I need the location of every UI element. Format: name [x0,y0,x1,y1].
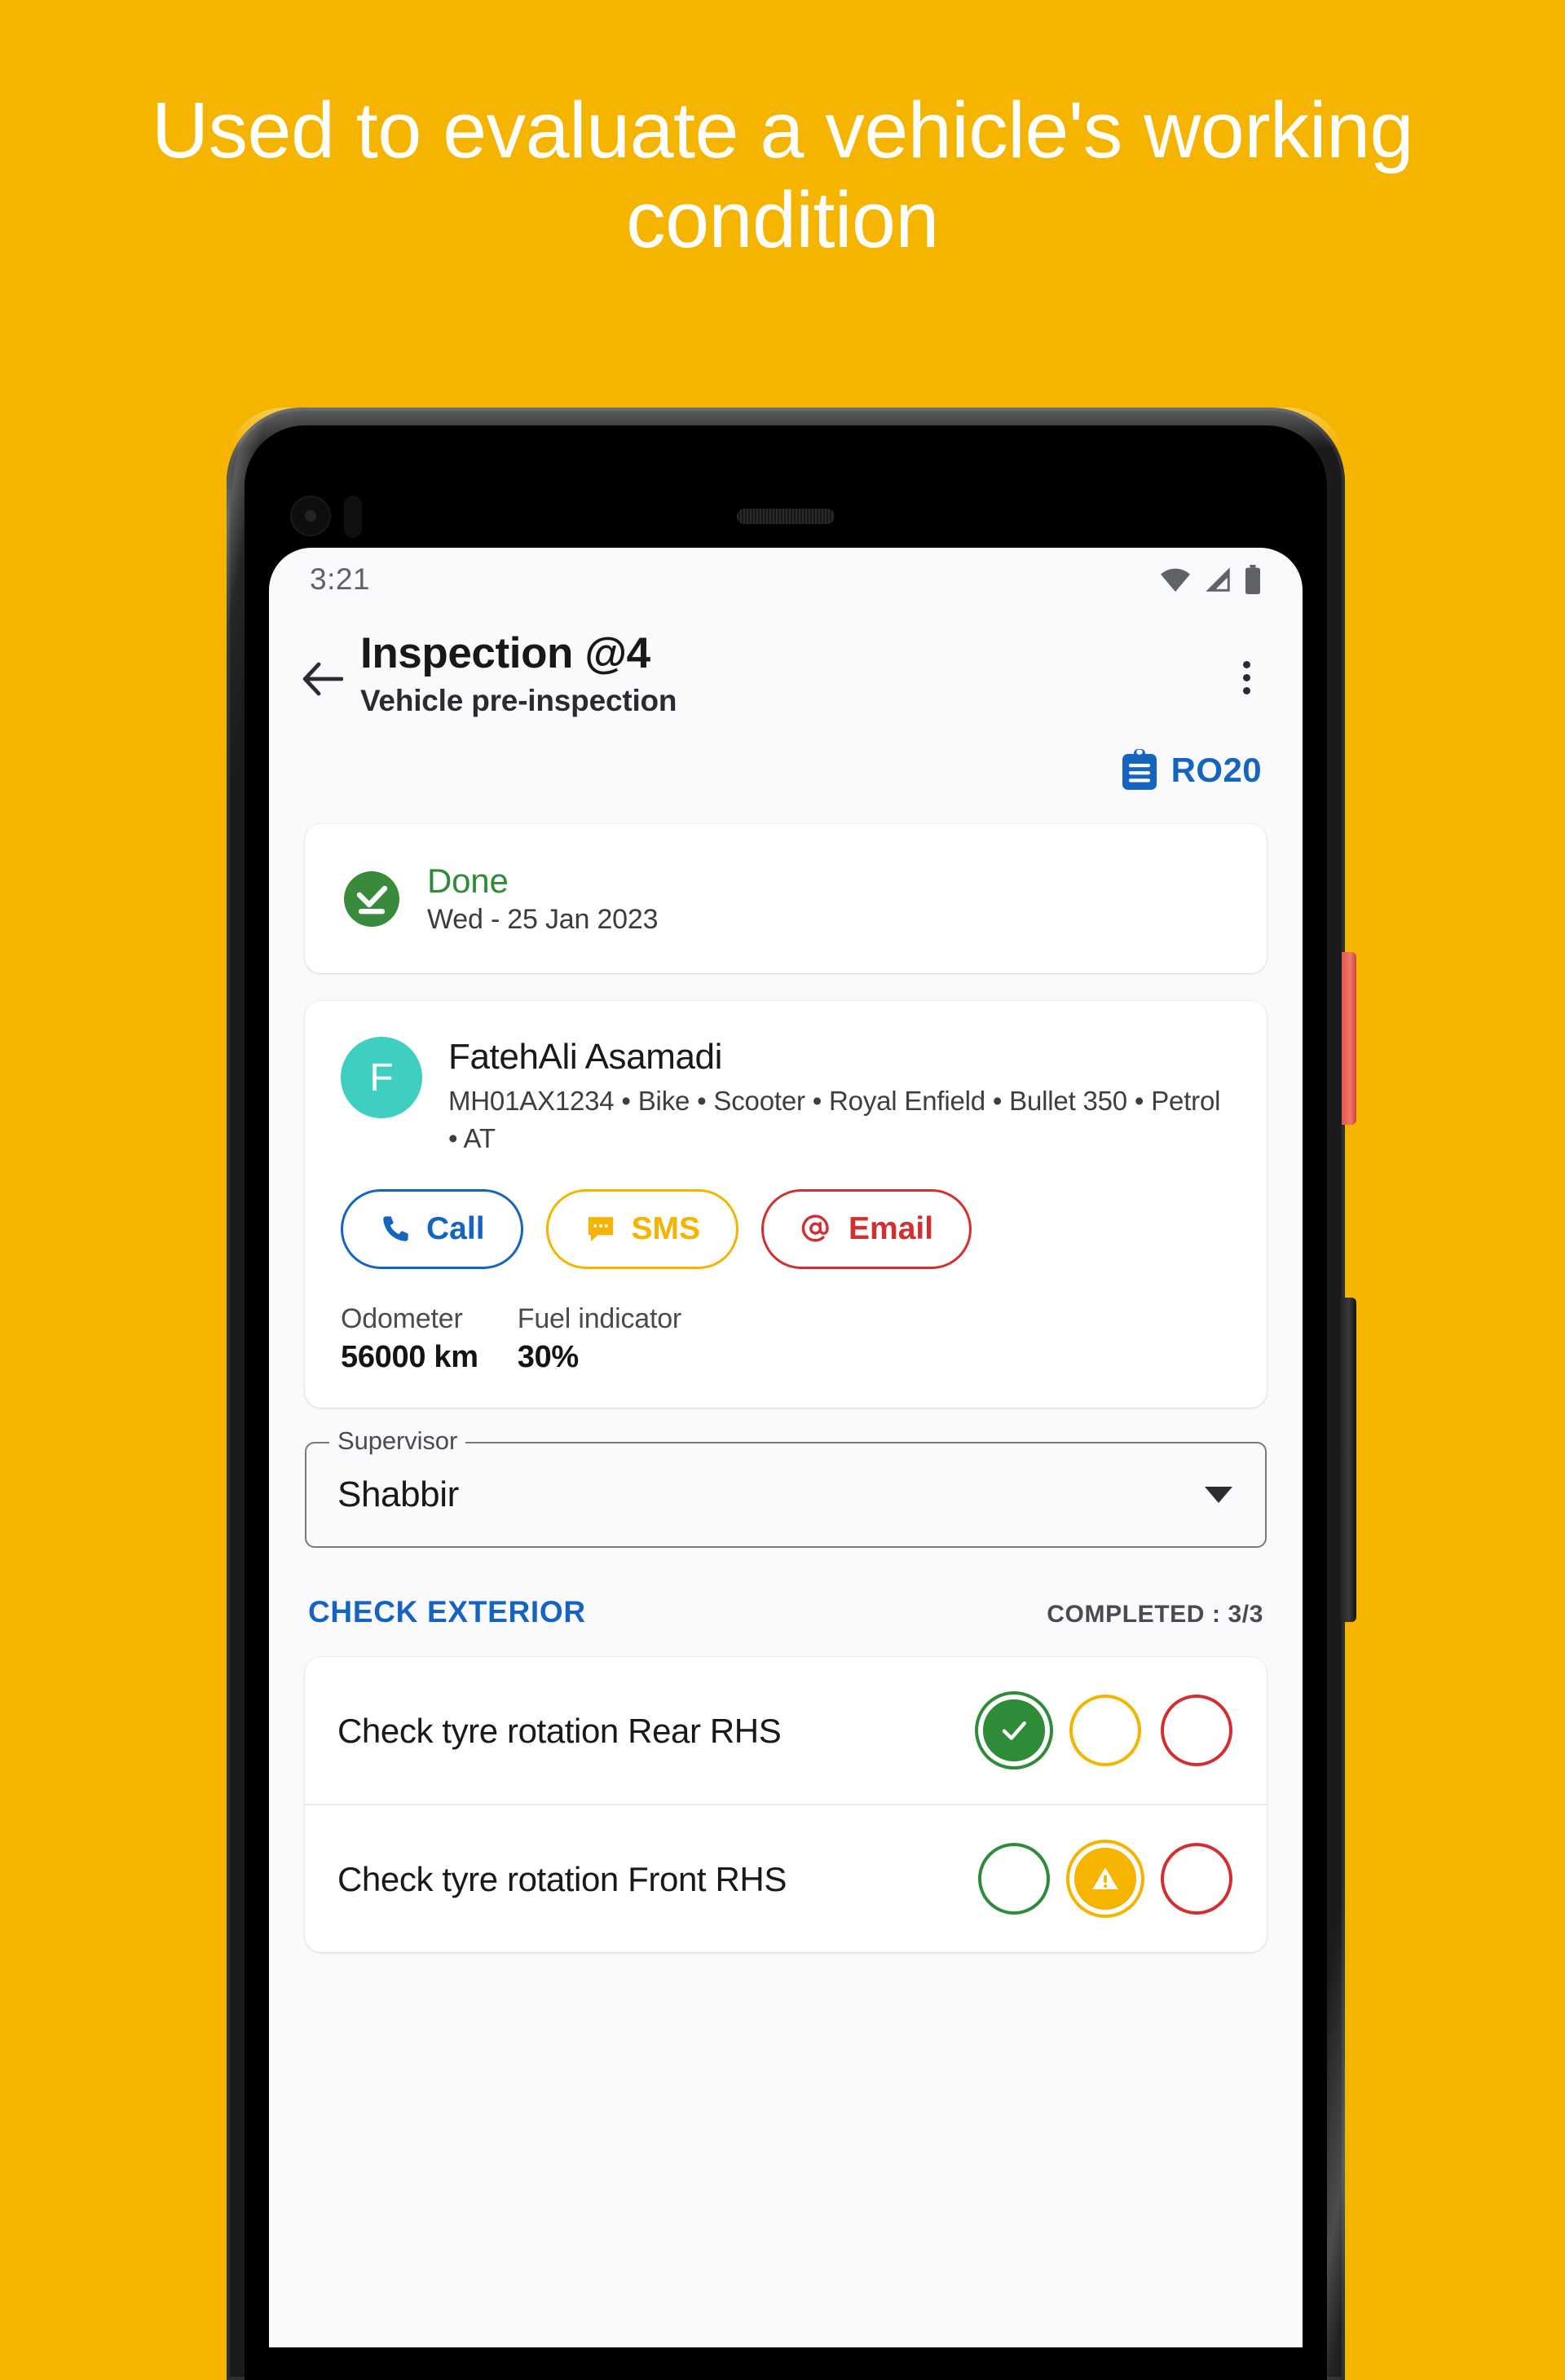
customer-header: F FatehAli Asamadi MH01AX1234 • Bike • S… [341,1037,1231,1157]
customer-vehicle-card: F FatehAli Asamadi MH01AX1234 • Bike • S… [305,1001,1267,1408]
battery-icon [1245,565,1260,594]
proximity-sensor-icon [344,496,362,538]
status-option-ok[interactable] [978,1695,1050,1767]
odometer-reading: Odometer 56000 km [341,1303,478,1375]
sms-button[interactable]: SMS [545,1189,739,1270]
sms-bubble-icon [588,1217,613,1242]
checklist-completed-count: COMPLETED : 3/3 [1047,1601,1263,1629]
email-button[interactable]: Email [761,1189,972,1270]
page-title: Inspection @4 [360,629,650,677]
customer-name: FatehAli Asamadi [448,1037,722,1078]
table-row: Check tyre rotation Rear RHS [305,1657,1267,1804]
table-row: Check tyre rotation Front RHS [305,1804,1267,1952]
promo-headline: Used to evaluate a vehicle's working con… [152,86,1413,264]
status-option-warning[interactable] [1069,1843,1141,1915]
call-label: Call [426,1211,485,1247]
status-bar-icons [1159,565,1262,594]
email-label: Email [849,1211,934,1247]
repair-order-label: RO20 [1170,751,1262,790]
status-options [978,1843,1232,1915]
checklist-section-header: CHECK EXTERIOR COMPLETED : 3/3 [269,1548,1303,1629]
supervisor-label: Supervisor [329,1426,466,1457]
repair-order-badge[interactable]: RO20 [269,718,1303,791]
status-bar: 3:21 [269,548,1303,611]
phone-screen: 3:21 Inspection @4 Vehicle pre-inspectio… [269,548,1303,2347]
status-text: Done Wed - 25 Jan 2023 [427,862,658,936]
earpiece-speaker [737,509,835,524]
more-vert-icon [1242,686,1250,694]
checklist-item-label: Check tyre rotation Rear RHS [337,1711,782,1750]
front-camera-icon [292,497,329,535]
fuel-label: Fuel indicator [517,1303,682,1335]
checklist-item-label: Check tyre rotation Front RHS [337,1859,787,1898]
status-option-ok[interactable] [978,1843,1050,1915]
status-option-fail[interactable] [1161,1695,1232,1767]
more-vert-icon [1242,673,1250,681]
odometer-label: Odometer [341,1303,463,1335]
app-bar: Inspection @4 Vehicle pre-inspection [269,611,1303,718]
checklist-card: Check tyre rotation Rear RHS Check tyre … [305,1657,1267,1953]
status-badge: Done [427,862,509,901]
inspection-status-card: Done Wed - 25 Jan 2023 [305,824,1267,974]
page-subtitle: Vehicle pre-inspection [360,684,677,718]
supervisor-value: Shabbir [337,1474,459,1515]
phone-icon [383,1216,408,1242]
supervisor-select[interactable]: Shabbir Supervisor [305,1426,1267,1549]
more-vert-icon [1242,660,1250,668]
vehicle-details: MH01AX1234 • Bike • Scooter • Royal Enfi… [448,1086,1221,1153]
check-icon [1002,1721,1026,1741]
status-options [978,1695,1232,1767]
arrow-back-icon [302,662,343,696]
supervisor-select-box[interactable]: Shabbir [305,1442,1267,1549]
at-sign-icon [801,1214,829,1242]
fuel-reading: Fuel indicator 30% [517,1303,682,1375]
volume-button[interactable] [1340,1298,1356,1622]
wifi-icon [1161,568,1190,592]
clipboard-icon [1122,749,1157,791]
status-option-warning[interactable] [1069,1695,1141,1767]
vehicle-readings: Odometer 56000 km Fuel indicator 30% [341,1303,1231,1375]
cellular-signal-icon [1206,567,1230,592]
status-option-fail[interactable] [1161,1843,1232,1915]
customer-info: FatehAli Asamadi MH01AX1234 • Bike • Sco… [448,1037,1231,1157]
contact-actions: Call SMS Email [341,1189,1231,1270]
status-bar-clock: 3:21 [310,562,371,596]
call-button[interactable]: Call [341,1189,523,1270]
chevron-down-icon [1205,1487,1232,1504]
fuel-value: 30% [517,1340,579,1375]
warning-triangle-icon [1092,1867,1118,1890]
app-bar-titles: Inspection @4 Vehicle pre-inspection [347,623,1221,718]
overflow-menu-button[interactable] [1221,652,1272,703]
status-date: Wed - 25 Jan 2023 [427,904,659,936]
sms-label: SMS [631,1211,701,1247]
avatar: F [341,1037,422,1119]
checklist-section-title: CHECK EXTERIOR [308,1595,586,1629]
power-button[interactable] [1342,952,1356,1125]
back-button[interactable] [297,654,347,704]
task-done-icon [344,870,399,927]
odometer-value: 56000 km [341,1340,478,1375]
